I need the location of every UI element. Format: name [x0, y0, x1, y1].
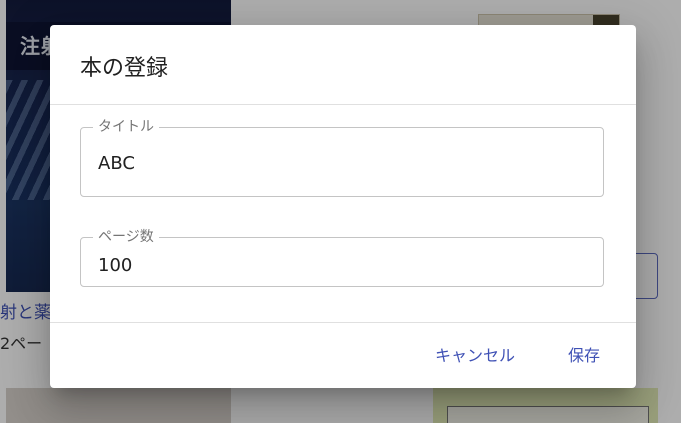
title-input[interactable] — [98, 151, 578, 175]
pages-field[interactable]: ページ数 — [80, 227, 604, 287]
register-book-dialog: 本の登録 タイトル ページ数 キャンセル 保存 — [50, 25, 636, 388]
title-field-label: タイトル — [93, 117, 159, 137]
pages-input[interactable] — [98, 253, 578, 277]
title-field[interactable]: タイトル — [80, 117, 604, 197]
divider — [50, 322, 636, 323]
divider — [50, 104, 636, 105]
save-button[interactable]: 保存 — [568, 342, 600, 366]
page: 注射 射と薬 2ペー 本の登録 タイトル ページ数 キャンセル 保存 — [0, 0, 681, 423]
dialog-title: 本の登録 — [80, 56, 169, 81]
pages-field-label: ページ数 — [93, 227, 159, 247]
cancel-button[interactable]: キャンセル — [435, 342, 515, 366]
